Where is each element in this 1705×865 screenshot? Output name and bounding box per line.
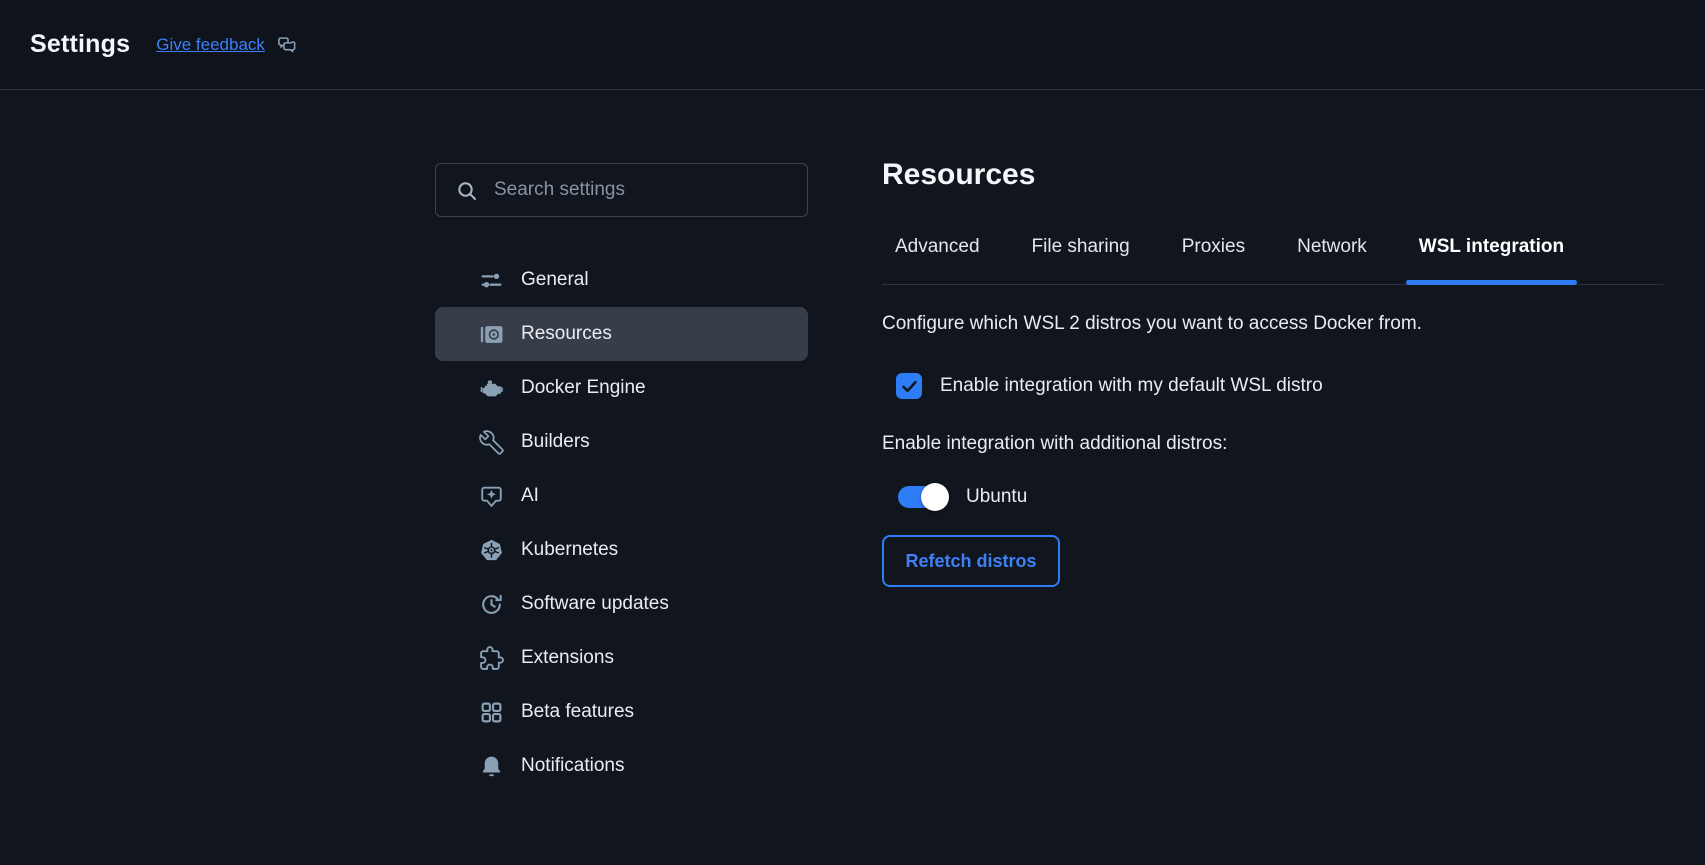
engine-icon: [478, 375, 504, 401]
sidebar-item-label: Extensions: [521, 647, 614, 668]
search-settings-input[interactable]: [435, 163, 808, 217]
tab-wsl-integration[interactable]: WSL integration: [1405, 234, 1578, 285]
tab-advanced[interactable]: Advanced: [882, 234, 993, 284]
sidebar-item-label: Software updates: [521, 593, 669, 614]
default-distro-row: Enable integration with my default WSL d…: [896, 373, 1663, 399]
sidebar-item-label: Builders: [521, 431, 590, 452]
sidebar-item-kubernetes[interactable]: Kubernetes: [435, 523, 808, 577]
give-feedback-link[interactable]: Give feedback: [156, 32, 299, 58]
settings-header: Settings Give feedback: [0, 0, 1705, 90]
sidebar-item-builders[interactable]: Builders: [435, 415, 808, 469]
sliders-icon: [478, 267, 504, 293]
distro-name-label: Ubuntu: [966, 486, 1028, 507]
resources-panel: Resources Advanced File sharing Proxies …: [882, 158, 1663, 587]
settings-sidebar: General Resources: [435, 163, 808, 793]
wsl-description: Configure which WSL 2 distros you want t…: [882, 313, 1422, 334]
sidebar-item-beta-features[interactable]: Beta features: [435, 685, 808, 739]
sidebar-item-label: AI: [521, 485, 539, 506]
kubernetes-helm-icon: [478, 537, 504, 563]
default-distro-checkbox[interactable]: [896, 373, 922, 399]
ubuntu-toggle[interactable]: [898, 483, 949, 511]
sidebar-item-resources[interactable]: Resources: [435, 307, 808, 361]
docker-desktop-settings-window: Settings Give feedback Search settings G…: [0, 0, 1705, 865]
additional-distros-label: Enable integration with additional distr…: [882, 433, 1228, 454]
search-settings-box: [435, 163, 808, 217]
page-title: Settings: [30, 30, 131, 58]
sidebar-item-general[interactable]: General: [435, 253, 808, 307]
clock-update-icon: [478, 591, 504, 617]
sidebar-item-extensions[interactable]: Extensions: [435, 631, 808, 685]
distro-toggle-row: Ubuntu: [898, 483, 1663, 511]
tab-proxies[interactable]: Proxies: [1169, 234, 1258, 284]
refetch-distros-button[interactable]: Refetch distros: [882, 535, 1060, 587]
give-feedback-label: Give feedback: [156, 34, 265, 54]
sidebar-item-label: Docker Engine: [521, 377, 646, 398]
bell-icon: [478, 753, 504, 779]
sidebar-item-notifications[interactable]: Notifications: [435, 739, 808, 793]
resources-tabs: Advanced File sharing Proxies Network WS…: [882, 234, 1663, 285]
sidebar-item-ai[interactable]: AI: [435, 469, 808, 523]
ai-sparkle-bubble-icon: [478, 483, 504, 509]
search-icon: [454, 178, 480, 204]
puzzle-icon: [478, 645, 504, 671]
sidebar-item-docker-engine[interactable]: Docker Engine: [435, 361, 808, 415]
gauge-icon: [478, 321, 504, 347]
tab-file-sharing[interactable]: File sharing: [1019, 234, 1143, 284]
wrench-icon: [478, 429, 504, 455]
toggle-knob: [921, 483, 949, 511]
default-distro-label: Enable integration with my default WSL d…: [940, 375, 1323, 396]
sidebar-item-label: General: [521, 269, 589, 290]
check-icon: [896, 373, 922, 399]
section-title: Resources: [882, 158, 1036, 191]
tab-network[interactable]: Network: [1284, 234, 1380, 284]
sidebar-item-label: Resources: [521, 323, 612, 344]
sidebar-item-label: Beta features: [521, 701, 635, 722]
sidebar-item-software-updates[interactable]: Software updates: [435, 577, 808, 631]
sidebar-item-label: Notifications: [521, 755, 625, 776]
settings-menu: General Resources Docker Engine Builders…: [435, 253, 808, 793]
grid-icon: [478, 699, 504, 725]
sidebar-item-label: Kubernetes: [521, 539, 619, 560]
feedback-bubbles-icon: [273, 32, 299, 58]
